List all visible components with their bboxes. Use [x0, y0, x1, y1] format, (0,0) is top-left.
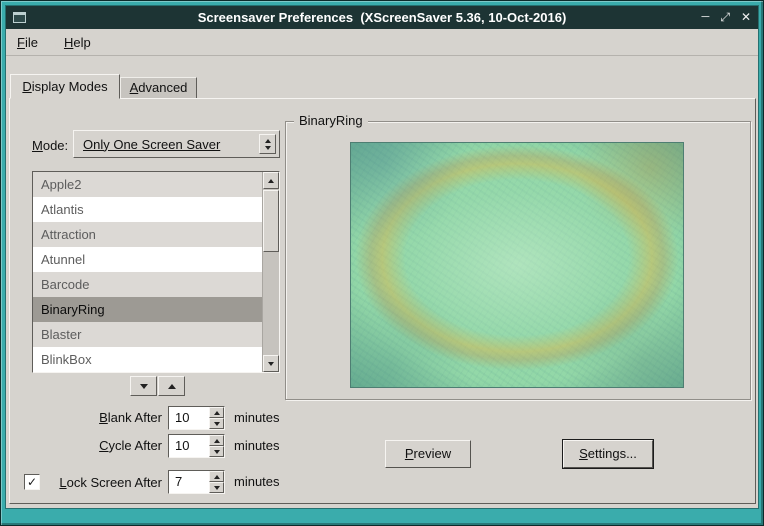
list-item-selected[interactable]: BinaryRing — [33, 297, 262, 322]
tab-display-modes-label: Display Modes — [22, 75, 107, 98]
list-item[interactable]: Atunnel — [33, 247, 262, 272]
window: Screensaver Preferences (XScreenSaver 5.… — [0, 0, 764, 526]
spinner-buttons — [209, 435, 224, 457]
cycle-after-value[interactable]: 10 — [175, 435, 189, 457]
lock-after-spinbox[interactable]: 7 — [168, 470, 225, 494]
preview-frame: BinaryRing — [285, 121, 751, 400]
close-icon[interactable]: ✕ — [741, 6, 751, 29]
arrow-down-icon — [214, 486, 220, 490]
mode-label: Mode: — [32, 138, 68, 153]
arrow-up-icon — [265, 139, 271, 143]
lock-after-value[interactable]: 7 — [175, 471, 182, 493]
scroll-up-button[interactable] — [263, 172, 279, 189]
preview-frame-legend: BinaryRing — [294, 113, 368, 128]
arrow-down-icon — [140, 384, 148, 389]
list-item[interactable]: Atlantis — [33, 197, 262, 222]
list-item[interactable]: Blaster — [33, 322, 262, 347]
spin-up-button[interactable] — [209, 435, 224, 446]
preview-button[interactable]: Preview — [385, 440, 471, 468]
list-next-button[interactable] — [130, 376, 157, 396]
blank-after-label: Blank After — [10, 410, 162, 425]
blank-after-value[interactable]: 10 — [175, 407, 189, 429]
list-previous-button[interactable] — [158, 376, 185, 396]
settings-button[interactable]: Settings... — [563, 440, 653, 468]
list-item[interactable]: Apple2 — [33, 172, 262, 197]
tab-advanced-label: Advanced — [130, 78, 188, 98]
scroll-down-button[interactable] — [263, 355, 279, 372]
arrow-down-icon — [268, 362, 274, 366]
arrow-up-icon — [214, 411, 220, 415]
cycle-after-label: Cycle After — [10, 438, 162, 453]
combo-spinner-icon — [259, 134, 276, 154]
maximize-icon[interactable]: ⤢ — [720, 6, 730, 29]
minutes-label: minutes — [234, 410, 280, 425]
arrow-down-icon — [214, 422, 220, 426]
spin-down-button[interactable] — [209, 482, 224, 493]
list-scrollbar[interactable] — [262, 172, 279, 372]
spin-up-button[interactable] — [209, 407, 224, 418]
spin-up-button[interactable] — [209, 471, 224, 482]
tab-advanced[interactable]: Advanced — [120, 77, 197, 99]
tab-display-modes[interactable]: Display Modes — [10, 74, 120, 99]
blank-after-spinbox[interactable]: 10 — [168, 406, 225, 430]
check-icon: ✓ — [27, 475, 37, 489]
titlebar[interactable]: Screensaver Preferences (XScreenSaver 5.… — [6, 6, 758, 29]
menubar: File Help — [6, 29, 758, 56]
screensaver-list-rows: Apple2 Atlantis Attraction Atunnel Barco… — [33, 172, 262, 372]
lock-screen-checkbox[interactable]: ✓ — [24, 474, 40, 490]
arrow-down-icon — [214, 450, 220, 454]
menu-file[interactable]: File — [17, 35, 38, 50]
mode-select[interactable]: Only One Screen Saver — [73, 130, 280, 158]
main-area: Display Modes Advanced Mode: Only One Sc… — [6, 56, 758, 508]
screensaver-preview-image — [350, 142, 684, 388]
arrow-down-icon — [265, 146, 271, 150]
spin-down-button[interactable] — [209, 446, 224, 457]
cycle-after-spinbox[interactable]: 10 — [168, 434, 225, 458]
minutes-label: minutes — [234, 474, 280, 489]
scrollbar-thumb[interactable] — [263, 190, 279, 252]
spin-down-button[interactable] — [209, 418, 224, 429]
window-controls: ─ ⤢ ✕ — [702, 6, 751, 29]
lock-screen-after-label: Lock Screen After — [44, 475, 162, 490]
screensaver-list: Apple2 Atlantis Attraction Atunnel Barco… — [32, 171, 280, 373]
list-item[interactable]: Barcode — [33, 272, 262, 297]
spinner-buttons — [209, 471, 224, 493]
minutes-label: minutes — [234, 438, 280, 453]
list-item[interactable]: Attraction — [33, 222, 262, 247]
app-frame: Screensaver Preferences (XScreenSaver 5.… — [6, 6, 758, 508]
minimize-icon[interactable]: ─ — [702, 6, 710, 29]
arrow-up-icon — [214, 439, 220, 443]
spinner-buttons — [209, 407, 224, 429]
arrow-up-icon — [268, 179, 274, 183]
mode-select-value: Only One Screen Saver — [83, 137, 220, 152]
window-title: Screensaver Preferences (XScreenSaver 5.… — [6, 6, 758, 29]
menu-help[interactable]: Help — [64, 35, 91, 50]
list-item[interactable]: BlinkBox — [33, 347, 262, 372]
arrow-up-icon — [214, 475, 220, 479]
arrow-up-icon — [168, 384, 176, 389]
display-modes-panel: Mode: Only One Screen Saver Apple2 Atlan… — [9, 98, 756, 504]
